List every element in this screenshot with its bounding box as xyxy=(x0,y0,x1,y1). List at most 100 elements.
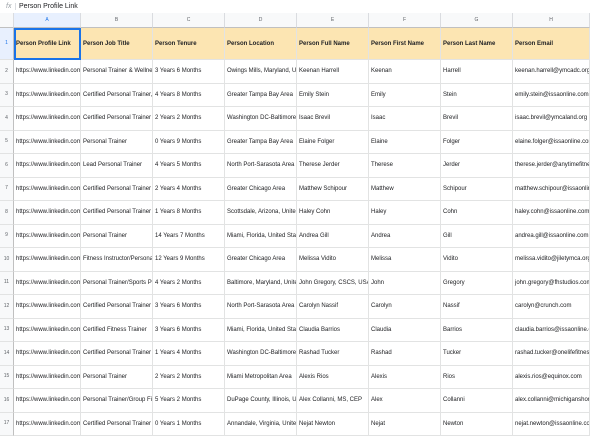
column-header-h[interactable]: H xyxy=(513,13,590,28)
column-header-d[interactable]: D xyxy=(225,13,297,28)
header-cell-email[interactable]: Person Email xyxy=(513,28,590,60)
cell-last-name[interactable]: Collanni xyxy=(441,389,513,413)
header-cell-full-name[interactable]: Person Full Name xyxy=(297,28,369,60)
cell-job-title[interactable]: Certified Personal Trainer xyxy=(81,177,153,201)
cell-location[interactable]: Owings Mills, Maryland, United States xyxy=(225,60,297,84)
header-cell-tenure[interactable]: Person Tenure xyxy=(153,28,225,60)
cell-job-title[interactable]: Certified Fitness Trainer xyxy=(81,318,153,342)
column-header-f[interactable]: F xyxy=(369,13,441,28)
cell-last-name[interactable]: Harrell xyxy=(441,60,513,84)
formula-bar[interactable]: fx Person Profile Link xyxy=(0,0,590,14)
cell-profile-link[interactable]: https://www.linkedin.com/sales xyxy=(14,154,81,178)
cell-tenure[interactable]: 0 Years 1 Months xyxy=(153,412,225,436)
cell-full-name[interactable]: John Gregory, CSCS, USAW xyxy=(297,271,369,295)
cell-email[interactable]: emily.stein@issaonline.com xyxy=(513,83,590,107)
cell-full-name[interactable]: Keenan Harrell xyxy=(297,60,369,84)
cell-email[interactable]: claudia.barrios@issaonline.com xyxy=(513,318,590,342)
cell-job-title[interactable]: Personal Trainer xyxy=(81,130,153,154)
cell-full-name[interactable]: Claudia Barrios xyxy=(297,318,369,342)
cell-email[interactable]: alex.collanni@michiganshores.org xyxy=(513,389,590,413)
cell-first-name[interactable]: Isaac xyxy=(369,107,441,131)
row-number[interactable]: 13 xyxy=(0,318,14,342)
cell-email[interactable]: andrea.gill@issaonline.com xyxy=(513,224,590,248)
row-number[interactable]: 15 xyxy=(0,365,14,389)
cell-tenure[interactable]: 2 Years 2 Months xyxy=(153,107,225,131)
column-header-e[interactable]: E xyxy=(297,13,369,28)
cell-tenure[interactable]: 3 Years 6 Months xyxy=(153,60,225,84)
cell-location[interactable]: Greater Chicago Area xyxy=(225,177,297,201)
cell-email[interactable]: rashad.tucker@onelifefitness.com xyxy=(513,342,590,366)
cell-job-title[interactable]: Certified Personal Trainer xyxy=(81,107,153,131)
cell-tenure[interactable]: 2 Years 4 Months xyxy=(153,177,225,201)
cell-email[interactable]: isaac.brevil@ymcaland.org xyxy=(513,107,590,131)
row-number[interactable]: 16 xyxy=(0,389,14,413)
spreadsheet-grid[interactable]: A B C D E F G H 1 Person Profile Link Pe… xyxy=(0,13,590,440)
cell-first-name[interactable]: Matthew xyxy=(369,177,441,201)
cell-profile-link[interactable]: https://www.linkedin.com/sales xyxy=(14,412,81,436)
cell-tenure[interactable]: 5 Years 2 Months xyxy=(153,389,225,413)
cell-profile-link[interactable]: https://www.linkedin.com/sales xyxy=(14,177,81,201)
cell-email[interactable]: melissa.vidito@jiletymca.org xyxy=(513,248,590,272)
row-number[interactable]: 4 xyxy=(0,107,14,131)
cell-location[interactable]: North Port-Sarasota Area xyxy=(225,154,297,178)
cell-profile-link[interactable]: https://www.linkedin.com/sales xyxy=(14,130,81,154)
cell-last-name[interactable]: Tucker xyxy=(441,342,513,366)
cell-full-name[interactable]: Melissa Vidito xyxy=(297,248,369,272)
cell-first-name[interactable]: John xyxy=(369,271,441,295)
row-number[interactable]: 9 xyxy=(0,224,14,248)
column-header-b[interactable]: B xyxy=(81,13,153,28)
cell-tenure[interactable]: 1 Years 4 Months xyxy=(153,342,225,366)
cell-location[interactable]: Miami, Florida, United States xyxy=(225,224,297,248)
cell-last-name[interactable]: Folger xyxy=(441,130,513,154)
cell-full-name[interactable]: Therese Jerder xyxy=(297,154,369,178)
cell-location[interactable]: Greater Chicago Area xyxy=(225,248,297,272)
cell-full-name[interactable]: Haley Cohn xyxy=(297,201,369,225)
cell-profile-link[interactable]: https://www.linkedin.com/sales xyxy=(14,201,81,225)
cell-email[interactable]: john.gregory@fhstudios.com xyxy=(513,271,590,295)
cell-first-name[interactable]: Elaine xyxy=(369,130,441,154)
cell-job-title[interactable]: Personal Trainer xyxy=(81,224,153,248)
column-header-c[interactable]: C xyxy=(153,13,225,28)
header-cell-last-name[interactable]: Person Last Name xyxy=(441,28,513,60)
cell-profile-link[interactable]: https://www.linkedin.com/sales xyxy=(14,60,81,84)
cell-first-name[interactable]: Alex xyxy=(369,389,441,413)
cell-location[interactable]: Scottsdale, Arizona, United States xyxy=(225,201,297,225)
cell-job-title[interactable]: Personal Trainer & Wellness Coach xyxy=(81,60,153,84)
cell-first-name[interactable]: Keenan xyxy=(369,60,441,84)
row-number[interactable]: 8 xyxy=(0,201,14,225)
cell-last-name[interactable]: Brevil xyxy=(441,107,513,131)
cell-first-name[interactable]: Emily xyxy=(369,83,441,107)
cell-last-name[interactable]: Barrios xyxy=(441,318,513,342)
cell-job-title[interactable]: Personal Trainer xyxy=(81,365,153,389)
cell-last-name[interactable]: Stein xyxy=(441,83,513,107)
cell-location[interactable]: DuPage County, Illinois, United States xyxy=(225,389,297,413)
cell-last-name[interactable]: Gill xyxy=(441,224,513,248)
cell-location[interactable]: Washington DC-Baltimore Area xyxy=(225,107,297,131)
cell-location[interactable]: Annandale, Virginia, United States xyxy=(225,412,297,436)
cell-tenure[interactable]: 3 Years 6 Months xyxy=(153,295,225,319)
cell-full-name[interactable]: Andrea Gill xyxy=(297,224,369,248)
cell-job-title[interactable]: Certified Personal Trainer xyxy=(81,201,153,225)
cell-email[interactable]: keenan.harrell@ymcadc.org xyxy=(513,60,590,84)
cell-profile-link[interactable]: https://www.linkedin.com/sales xyxy=(14,248,81,272)
cell-full-name[interactable]: Alex Collanni, MS, CEP xyxy=(297,389,369,413)
cell-job-title[interactable]: Personal Trainer/Sports Performance xyxy=(81,271,153,295)
cell-job-title[interactable]: Personal Trainer/Group Fitness Instructo… xyxy=(81,389,153,413)
cell-profile-link[interactable]: https://www.linkedin.com/sales xyxy=(14,224,81,248)
column-header-g[interactable]: G xyxy=(441,13,513,28)
row-number[interactable]: 10 xyxy=(0,248,14,272)
cell-profile-link[interactable]: https://www.linkedin.com/sales xyxy=(14,365,81,389)
formula-bar-value[interactable]: Person Profile Link xyxy=(19,0,78,13)
row-number[interactable]: 17 xyxy=(0,412,14,436)
cell-first-name[interactable]: Haley xyxy=(369,201,441,225)
cell-location[interactable]: Miami, Florida, United States xyxy=(225,318,297,342)
row-number[interactable]: 2 xyxy=(0,60,14,84)
cell-full-name[interactable]: Nejat Newton xyxy=(297,412,369,436)
header-cell-job-title[interactable]: Person Job Title xyxy=(81,28,153,60)
row-number[interactable]: 6 xyxy=(0,154,14,178)
cell-location[interactable]: Greater Tampa Bay Area xyxy=(225,83,297,107)
cell-last-name[interactable]: Nassif xyxy=(441,295,513,319)
row-number[interactable]: 3 xyxy=(0,83,14,107)
cell-tenure[interactable]: 4 Years 2 Months xyxy=(153,271,225,295)
cell-first-name[interactable]: Nejat xyxy=(369,412,441,436)
